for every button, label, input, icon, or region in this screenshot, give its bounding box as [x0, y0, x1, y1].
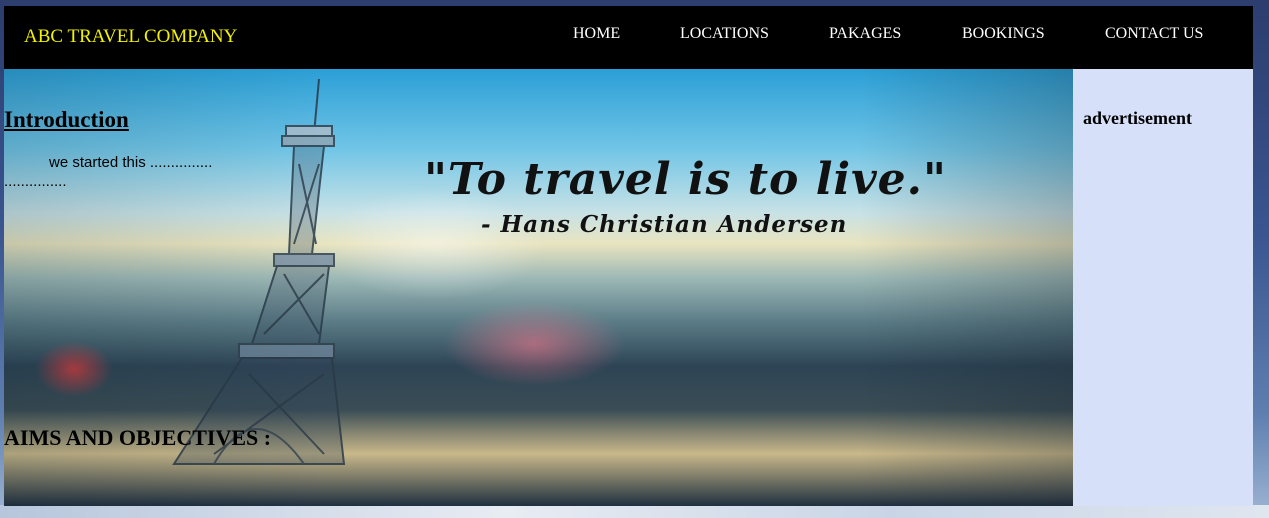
main-nav: HOME LOCATIONS PAKAGES BOOKINGS CONTACT …	[4, 25, 1253, 45]
page-background-clouds	[0, 505, 1269, 518]
site-header: ABC TRAVEL COMPANY HOME LOCATIONS PAKAGE…	[4, 6, 1253, 69]
advertisement-sidebar: advertisement	[1073, 69, 1253, 506]
quote-author: - Hans Christian Andersen	[481, 211, 848, 238]
travel-quote: "To travel is to live."	[424, 154, 947, 205]
advertisement-heading: advertisement	[1083, 108, 1192, 128]
introduction-text: we started this ............... ........…	[4, 154, 213, 190]
nav-locations[interactable]: LOCATIONS	[680, 25, 769, 43]
hero-section: "To travel is to live." - Hans Christian…	[4, 69, 1073, 506]
aims-objectives-heading: AIMS AND OBJECTIVES :	[4, 425, 272, 450]
nav-packages[interactable]: PAKAGES	[829, 25, 901, 43]
nav-contact-us[interactable]: CONTACT US	[1105, 25, 1203, 43]
introduction-heading: Introduction	[4, 107, 129, 132]
nav-home[interactable]: HOME	[573, 25, 620, 43]
eiffel-tower-illustration	[172, 78, 346, 465]
nav-bookings[interactable]: BOOKINGS	[962, 25, 1045, 43]
